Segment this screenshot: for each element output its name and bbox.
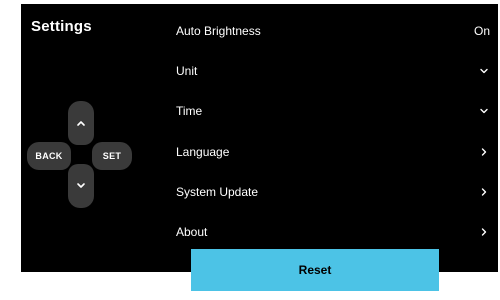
reset-button[interactable]: Reset	[191, 249, 439, 291]
dpad-back-button[interactable]: BACK	[27, 142, 71, 170]
menu-item-label: Time	[176, 104, 203, 118]
menu-item-time[interactable]: Time	[176, 96, 492, 126]
menu-item-unit[interactable]: Unit	[176, 56, 492, 86]
dpad: BACK SET	[21, 4, 171, 272]
chevron-up-icon	[77, 121, 85, 126]
chevron-right-icon	[478, 186, 490, 198]
chevron-right-icon	[478, 146, 490, 158]
chevron-down-icon	[478, 105, 490, 117]
dpad-down-button[interactable]	[68, 164, 94, 208]
dpad-set-button[interactable]: SET	[92, 142, 132, 170]
settings-screen: Settings BACK SET Auto Brightness On Uni…	[21, 4, 498, 272]
menu-item-label: Auto Brightness	[176, 24, 261, 38]
menu-item-system-update[interactable]: System Update	[176, 177, 492, 207]
menu-item-label: System Update	[176, 185, 259, 199]
menu-item-label: Unit	[176, 64, 198, 78]
chevron-down-icon	[77, 183, 85, 188]
menu-item-label: About	[176, 225, 208, 239]
chevron-right-icon	[478, 226, 490, 238]
menu-item-language[interactable]: Language	[176, 137, 492, 167]
menu-item-auto-brightness[interactable]: Auto Brightness On	[176, 16, 492, 46]
menu-item-label: Language	[176, 145, 230, 159]
dpad-up-button[interactable]	[68, 101, 94, 145]
menu-item-value: On	[473, 24, 490, 38]
menu-item-about[interactable]: About	[176, 217, 492, 247]
chevron-down-icon	[478, 65, 490, 77]
